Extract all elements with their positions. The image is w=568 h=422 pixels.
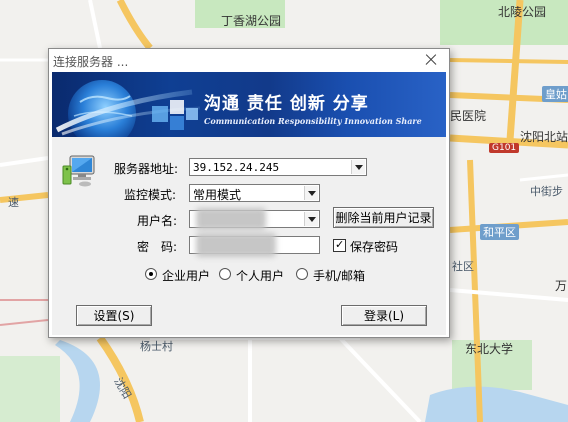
slogan-english: Communication Responsibility Innovation … [204, 116, 422, 126]
map-label-wan: 万 [555, 279, 568, 293]
login-button[interactable]: 登录(L) [341, 305, 427, 326]
settings-button[interactable]: 设置(S) [76, 305, 152, 326]
monitor-mode-select[interactable]: 常用模式 [189, 184, 320, 202]
globe-icon [55, 80, 201, 137]
save-password-checkbox[interactable]: ✓ [333, 238, 346, 252]
map-label-g101: G101 [489, 143, 520, 153]
map-label-huanggu: 皇姑 [542, 86, 568, 102]
radio-personal-user-label[interactable]: 个人用户 [236, 267, 284, 284]
map-label-hospital: 民医院 [450, 109, 487, 123]
radio-phone-email-label[interactable]: 手机/邮箱 [313, 267, 365, 284]
redacted-password [196, 233, 276, 257]
save-password-label[interactable]: 保存密码 [350, 238, 398, 255]
connect-server-dialog: 连接服务器 ... 沟通 责任 创新 分享 Communication Resp… [48, 48, 450, 338]
monitor-mode-value: 常用模式 [193, 188, 242, 202]
monitor-mode-label: 监控模式: [124, 188, 177, 202]
username-label: 用户名: [137, 214, 178, 228]
map-label-zhongjie: 中街步 [530, 185, 563, 198]
dialog-title: 连接服务器 ... [53, 55, 129, 69]
password-field[interactable] [189, 233, 320, 257]
server-address-label: 服务器地址: [114, 162, 179, 176]
delete-user-record-button[interactable]: 删除当前用户记录 [333, 207, 434, 228]
redacted-username [196, 208, 266, 230]
server-address-combo[interactable]: 39.152.24.245 [189, 158, 367, 176]
dialog-titlebar[interactable]: 连接服务器 ... [49, 49, 449, 72]
radio-personal-user[interactable] [219, 268, 231, 280]
map-label-heping: 和平区 [480, 224, 519, 240]
checkmark-icon: ✓ [335, 238, 345, 251]
chevron-down-icon[interactable] [304, 186, 318, 200]
password-label: 密 码: [137, 240, 178, 254]
map-label-community: 社区 [452, 260, 474, 273]
dialog-body: 沟通 责任 创新 分享 Communication Responsibility… [52, 72, 446, 335]
map-label-beiling-park: 北陵公园 [498, 5, 547, 19]
server-address-value: 39.152.24.245 [193, 161, 280, 174]
close-icon[interactable] [423, 52, 439, 68]
username-combo[interactable] [189, 208, 320, 230]
map-label-shenyang-north: 沈阳北站 [520, 130, 568, 144]
map-label-yangshicun: 杨士村 [140, 340, 173, 353]
radio-phone-email[interactable] [296, 268, 308, 280]
chevron-down-icon[interactable] [304, 212, 318, 226]
radio-enterprise-user[interactable] [145, 268, 157, 280]
radio-enterprise-user-label[interactable]: 企业用户 [162, 267, 210, 284]
chevron-down-icon[interactable] [351, 160, 365, 174]
slogan-banner: 沟通 责任 创新 分享 Communication Responsibility… [52, 72, 446, 137]
computer-icon [62, 155, 95, 187]
map-label-dingxiang-park: 丁香湖公园 [221, 14, 282, 28]
map-label-neu: 东北大学 [465, 342, 514, 356]
map-label-su: 速 [8, 196, 19, 209]
slogan-text: 沟通 责任 创新 分享 [204, 94, 369, 114]
